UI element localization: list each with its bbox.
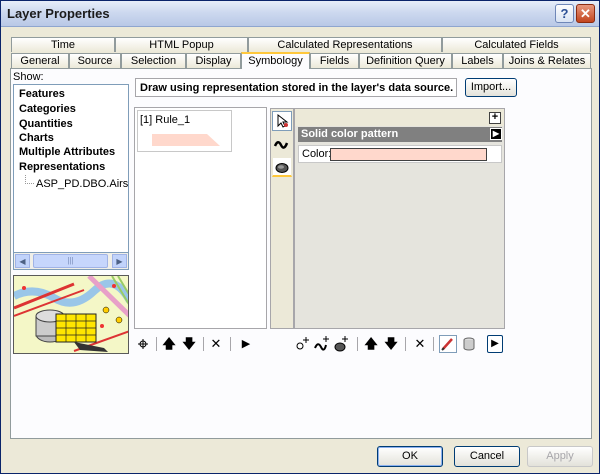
tab-labels[interactable]: Labels (452, 53, 503, 68)
tab-definition-query[interactable]: Definition Query (359, 53, 452, 68)
scroll-right-icon[interactable]: ▶ (112, 254, 127, 268)
pattern-header-label: Solid color pattern (301, 128, 399, 140)
show-subitem-airspace[interactable]: ASP_PD.DBO.Airspa (36, 178, 128, 190)
delete-rule-icon[interactable]: ✕ (209, 335, 223, 353)
add-fill-layer-icon[interactable] (332, 335, 350, 353)
tab-display[interactable]: Display (186, 53, 241, 68)
rule-item[interactable]: [1] Rule_1 (137, 110, 232, 152)
stroke-symbol-icon[interactable] (272, 134, 292, 154)
tab-calculated-fields[interactable]: Calculated Fields (442, 37, 591, 52)
tab-source[interactable]: Source (69, 53, 121, 68)
toolbar-separator (156, 337, 157, 351)
tab-html-popup[interactable]: HTML Popup (115, 37, 248, 52)
marker-pointer-icon[interactable] (272, 111, 292, 131)
renderer-description: Draw using representation stored in the … (135, 78, 457, 97)
add-rule-icon[interactable] (136, 335, 150, 353)
tab-calculated-representations[interactable]: Calculated Representations (248, 37, 442, 52)
tab-general[interactable]: General (11, 53, 69, 68)
import-button[interactable]: Import... (465, 78, 517, 97)
expand-arrow-icon[interactable]: ▶ (490, 128, 502, 140)
toolbar-separator (203, 337, 204, 351)
dialog-title: Layer Properties (7, 6, 110, 21)
rule-swatch (152, 134, 220, 146)
tree-connector (25, 175, 34, 184)
tab-fields[interactable]: Fields (310, 53, 359, 68)
show-item-representations[interactable]: Representations (19, 161, 105, 173)
tab-symbology[interactable]: Symbology (241, 52, 310, 69)
toolbar-separator (230, 337, 231, 351)
fill-symbol-icon[interactable] (272, 157, 292, 177)
show-label: Show: (13, 71, 44, 83)
rule-label: [1] Rule_1 (140, 114, 191, 126)
symbol-type-toolbar (270, 108, 294, 329)
help-button[interactable]: ? (555, 4, 574, 23)
show-item-multiple-attributes[interactable]: Multiple Attributes (19, 146, 115, 158)
properties-toolbar: + (295, 109, 504, 126)
rules-list: [1] Rule_1 (134, 107, 267, 329)
tab-time[interactable]: Time (11, 37, 115, 52)
symbol-properties-panel: + Solid color pattern ▶ Color: (294, 108, 505, 329)
cylinder-icon[interactable] (460, 335, 478, 353)
cancel-button[interactable]: Cancel (454, 446, 520, 467)
show-list-scrollbar[interactable]: ◀ ||| ▶ (13, 253, 129, 270)
ok-button[interactable]: OK (377, 446, 443, 467)
scroll-left-icon[interactable]: ◀ (15, 254, 30, 268)
show-item-features[interactable]: Features (19, 88, 65, 100)
title-bar: Layer Properties ? ✕ (1, 1, 599, 27)
renderer-preview-image (13, 275, 129, 354)
add-layer-button[interactable]: + (489, 112, 501, 124)
close-button[interactable]: ✕ (576, 4, 595, 23)
toolbar-separator (357, 337, 358, 351)
more-layer-options-icon[interactable]: ▶ (487, 335, 503, 353)
add-stroke-layer-icon[interactable] (313, 335, 331, 353)
tab-joins-relates[interactable]: Joins & Relates (503, 53, 591, 68)
layer-properties-dialog: Layer Properties ? ✕ Time HTML Popup Cal… (0, 0, 600, 474)
tab-selection[interactable]: Selection (121, 53, 186, 68)
move-down-icon[interactable]: 🡇 (182, 335, 196, 353)
show-item-charts[interactable]: Charts (19, 132, 54, 144)
color-swatch[interactable] (330, 148, 487, 161)
color-label: Color: (302, 148, 332, 160)
toolbar-separator (405, 337, 406, 351)
color-property-row: Color: (298, 145, 502, 163)
move-up-icon[interactable]: 🡅 (162, 335, 176, 353)
show-item-quantities[interactable]: Quantities (19, 118, 73, 130)
show-list: Features Categories Quantities Charts Mu… (13, 84, 129, 253)
more-options-icon[interactable]: ▶ (239, 335, 253, 353)
pattern-header[interactable]: Solid color pattern ▶ (298, 127, 502, 142)
geometric-effects-icon[interactable] (439, 335, 457, 353)
toolbar-separator (433, 337, 434, 351)
layer-up-icon[interactable]: 🡅 (364, 335, 378, 353)
layer-down-icon[interactable]: 🡇 (384, 335, 398, 353)
show-item-categories[interactable]: Categories (19, 103, 76, 115)
delete-layer-icon[interactable]: ✕ (413, 335, 427, 353)
apply-button[interactable]: Apply (527, 446, 593, 467)
scroll-thumb[interactable]: ||| (33, 254, 108, 268)
add-marker-layer-icon[interactable] (294, 335, 312, 353)
